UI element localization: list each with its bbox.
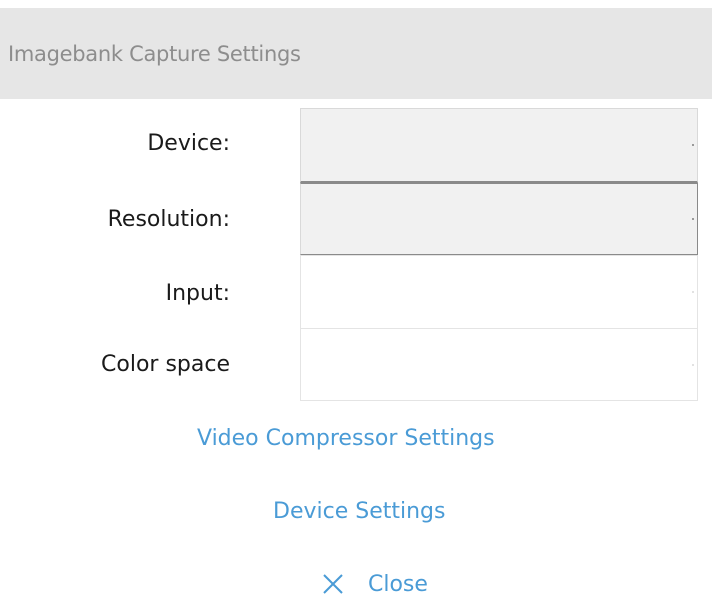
resolution-select[interactable] bbox=[300, 183, 698, 255]
chevron-down-icon bbox=[692, 291, 694, 293]
capture-settings-dialog: Imagebank Capture Settings Device: Resol… bbox=[0, 0, 722, 608]
device-select[interactable] bbox=[300, 108, 698, 183]
device-settings-link[interactable]: Device Settings bbox=[273, 499, 445, 524]
dialog-title: Imagebank Capture Settings bbox=[8, 42, 301, 66]
close-button[interactable]: Close bbox=[322, 566, 428, 602]
chevron-down-icon bbox=[692, 363, 694, 366]
input-label: Input: bbox=[165, 281, 230, 306]
input-select[interactable] bbox=[300, 255, 698, 329]
close-icon bbox=[323, 574, 343, 594]
device-label: Device: bbox=[147, 131, 230, 156]
resolution-label: Resolution: bbox=[107, 207, 230, 232]
chevron-down-icon bbox=[692, 218, 694, 220]
close-label: Close bbox=[368, 571, 428, 597]
chevron-down-icon bbox=[692, 144, 694, 146]
color-space-label: Color space bbox=[101, 352, 230, 377]
video-compressor-settings-link[interactable]: Video Compressor Settings bbox=[197, 426, 495, 451]
color-space-select[interactable] bbox=[300, 328, 698, 401]
title-bar: Imagebank Capture Settings bbox=[0, 8, 712, 99]
